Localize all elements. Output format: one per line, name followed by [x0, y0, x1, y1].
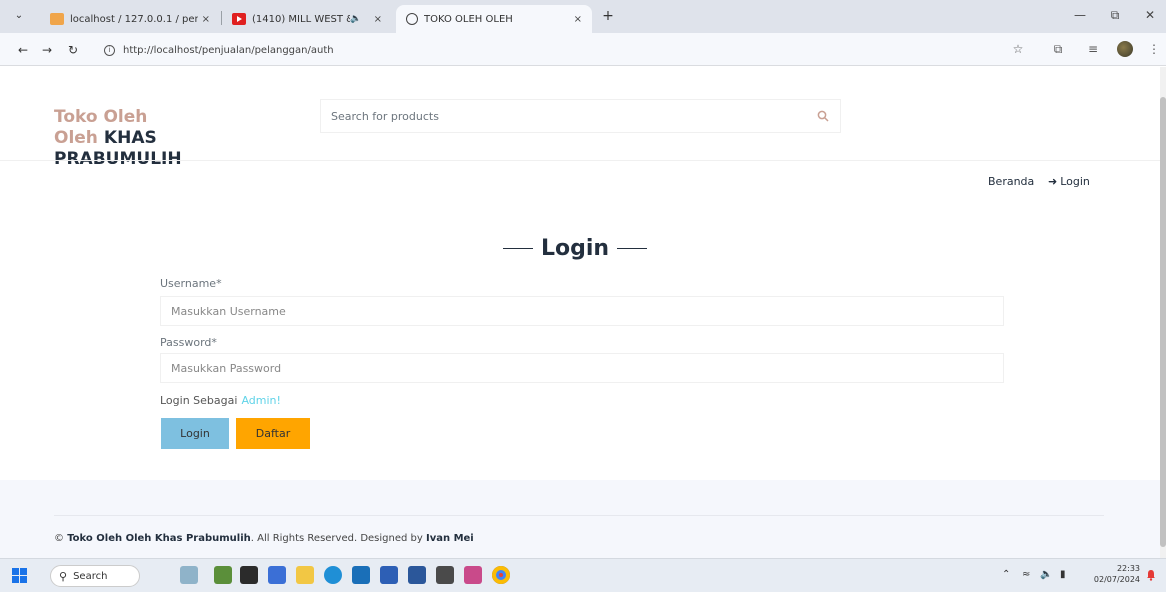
back-icon[interactable]: ←	[14, 41, 32, 59]
windows-start-icon[interactable]	[12, 568, 27, 583]
address-bar-url: http://localhost/penjualan/pelanggan/aut…	[123, 44, 334, 56]
admin-prefix: Login Sebagai	[160, 394, 238, 407]
app-icon[interactable]	[240, 566, 258, 584]
globe-icon	[406, 13, 418, 25]
register-button[interactable]: Daftar	[236, 418, 310, 449]
mail-app-icon[interactable]	[352, 566, 370, 584]
footer-rights: . All Rights Reserved. Designed by	[250, 533, 423, 544]
app-icon[interactable]	[464, 566, 482, 584]
menu-icon[interactable]: ⋮	[1146, 42, 1162, 56]
profile-avatar[interactable]	[1117, 41, 1133, 57]
username-label: Username*	[160, 277, 222, 290]
page-viewport: Toko Oleh OlehKHAS PRABUMULIH Beranda ➜ …	[0, 67, 1160, 558]
reading-list-icon[interactable]: ≡	[1085, 42, 1101, 56]
tab-toko-oleh-oleh[interactable]: TOKO OLEH OLEH ×	[396, 5, 592, 33]
restore-icon[interactable]: ⧉	[1105, 8, 1125, 23]
nav-link-login[interactable]: ➜ Login	[1048, 175, 1090, 188]
youtube-icon	[232, 13, 246, 25]
chrome-browser-icon[interactable]	[492, 566, 510, 584]
footer-copyright: © Toko Oleh Oleh Khas Prabumulih. All Ri…	[54, 533, 474, 544]
tab-search-icon[interactable]: ⌄	[12, 9, 26, 23]
store-app-icon[interactable]	[380, 566, 398, 584]
footer-divider	[54, 515, 1104, 516]
site-info-icon[interactable]: i	[104, 44, 115, 56]
search-input[interactable]	[321, 100, 801, 132]
search-icon	[817, 110, 829, 122]
logo-line: Toko Oleh	[54, 107, 148, 127]
clock-date: 02/07/2024	[1093, 575, 1140, 584]
audio-playing-icon[interactable]: 🔈	[350, 14, 361, 24]
search-button[interactable]	[806, 100, 840, 132]
nav-login-label: Login	[1060, 175, 1090, 188]
new-tab-button[interactable]: +	[598, 6, 618, 26]
browser-tab-strip: ⌄ localhost / 127.0.0.1 / penjualan × (1…	[0, 0, 1166, 33]
tab-youtube[interactable]: (1410) MILL WEST & BRIAN 🔈 ×	[222, 5, 392, 33]
password-field[interactable]	[160, 353, 1004, 383]
copyright-symbol: ©	[54, 533, 64, 544]
username-field[interactable]	[160, 296, 1004, 326]
login-button[interactable]: Login	[161, 418, 229, 449]
site-footer: © Toko Oleh Oleh Khas Prabumulih. All Ri…	[0, 480, 1160, 558]
page-title: Login	[540, 235, 610, 261]
clock-time: 22:33	[1116, 564, 1140, 573]
app-icon[interactable]	[214, 566, 232, 584]
teams-app-icon[interactable]	[268, 566, 286, 584]
close-tab-icon[interactable]: ×	[374, 14, 382, 25]
extensions-icon[interactable]: ⧉	[1050, 42, 1066, 57]
phpmyadmin-icon	[50, 13, 64, 25]
search-icon: ⚲	[59, 569, 68, 583]
tab-title: localhost / 127.0.0.1 / penjualan	[70, 13, 198, 25]
close-window-icon[interactable]: ✕	[1140, 8, 1160, 22]
windows-taskbar: ⚲ Search ⌃ ≈ 🔈 ▮ 22:33 02/07/2024	[0, 558, 1166, 592]
scrollbar-thumb[interactable]	[1160, 97, 1166, 547]
minimize-icon[interactable]: —	[1070, 8, 1090, 22]
logo-line: KHAS	[103, 128, 157, 148]
login-heading: Login	[480, 233, 670, 263]
footer-designer: Ivan Mei	[425, 533, 474, 544]
taskbar-search-label: Search	[73, 570, 108, 582]
close-tab-icon[interactable]: ×	[574, 14, 582, 25]
wifi-icon[interactable]: ≈	[1022, 569, 1030, 580]
nav-link-beranda[interactable]: Beranda	[988, 175, 1034, 188]
bookmark-star-icon[interactable]: ☆	[1010, 42, 1026, 56]
browser-toolbar: ← → ↻ i http://localhost/penjualan/pelan…	[0, 33, 1166, 66]
tab-title: TOKO OLEH OLEH	[424, 13, 513, 25]
battery-icon[interactable]: ▮	[1060, 569, 1066, 580]
logo-line: Oleh	[54, 128, 98, 148]
sign-in-icon: ➜	[1048, 175, 1058, 188]
address-bar[interactable]: i http://localhost/penjualan/pelanggan/a…	[96, 38, 1096, 62]
widgets-app-icon[interactable]	[180, 566, 198, 584]
word-app-icon[interactable]	[408, 566, 426, 584]
notification-bell-icon[interactable]	[1146, 569, 1156, 581]
reload-icon[interactable]: ↻	[64, 41, 82, 59]
close-tab-icon[interactable]: ×	[202, 14, 210, 25]
taskbar-clock[interactable]: 22:33 02/07/2024	[1090, 563, 1140, 585]
header-divider	[0, 160, 1160, 161]
password-label: Password*	[160, 336, 217, 349]
page-scrollbar[interactable]	[1160, 67, 1166, 558]
tab-phpmyadmin[interactable]: localhost / 127.0.0.1 / penjualan ×	[40, 5, 220, 33]
admin-login-link[interactable]: Admin!	[241, 394, 280, 407]
heading-rule	[502, 247, 533, 249]
show-hidden-icons-icon[interactable]: ⌃	[1002, 569, 1010, 580]
edge-browser-icon[interactable]	[324, 566, 342, 584]
file-explorer-icon[interactable]	[296, 566, 314, 584]
admin-login-text: Login Sebagai Admin!	[160, 394, 281, 407]
heading-rule	[617, 247, 648, 249]
tab-title: (1410) MILL WEST & BRIAN	[252, 13, 350, 25]
volume-icon[interactable]: 🔈	[1040, 569, 1052, 580]
search-form	[320, 99, 841, 133]
app-icon[interactable]	[436, 566, 454, 584]
taskbar-search[interactable]: ⚲ Search	[50, 565, 140, 587]
forward-icon[interactable]: →	[38, 41, 56, 59]
footer-brand: Toko Oleh Oleh Khas Prabumulih	[67, 533, 251, 544]
